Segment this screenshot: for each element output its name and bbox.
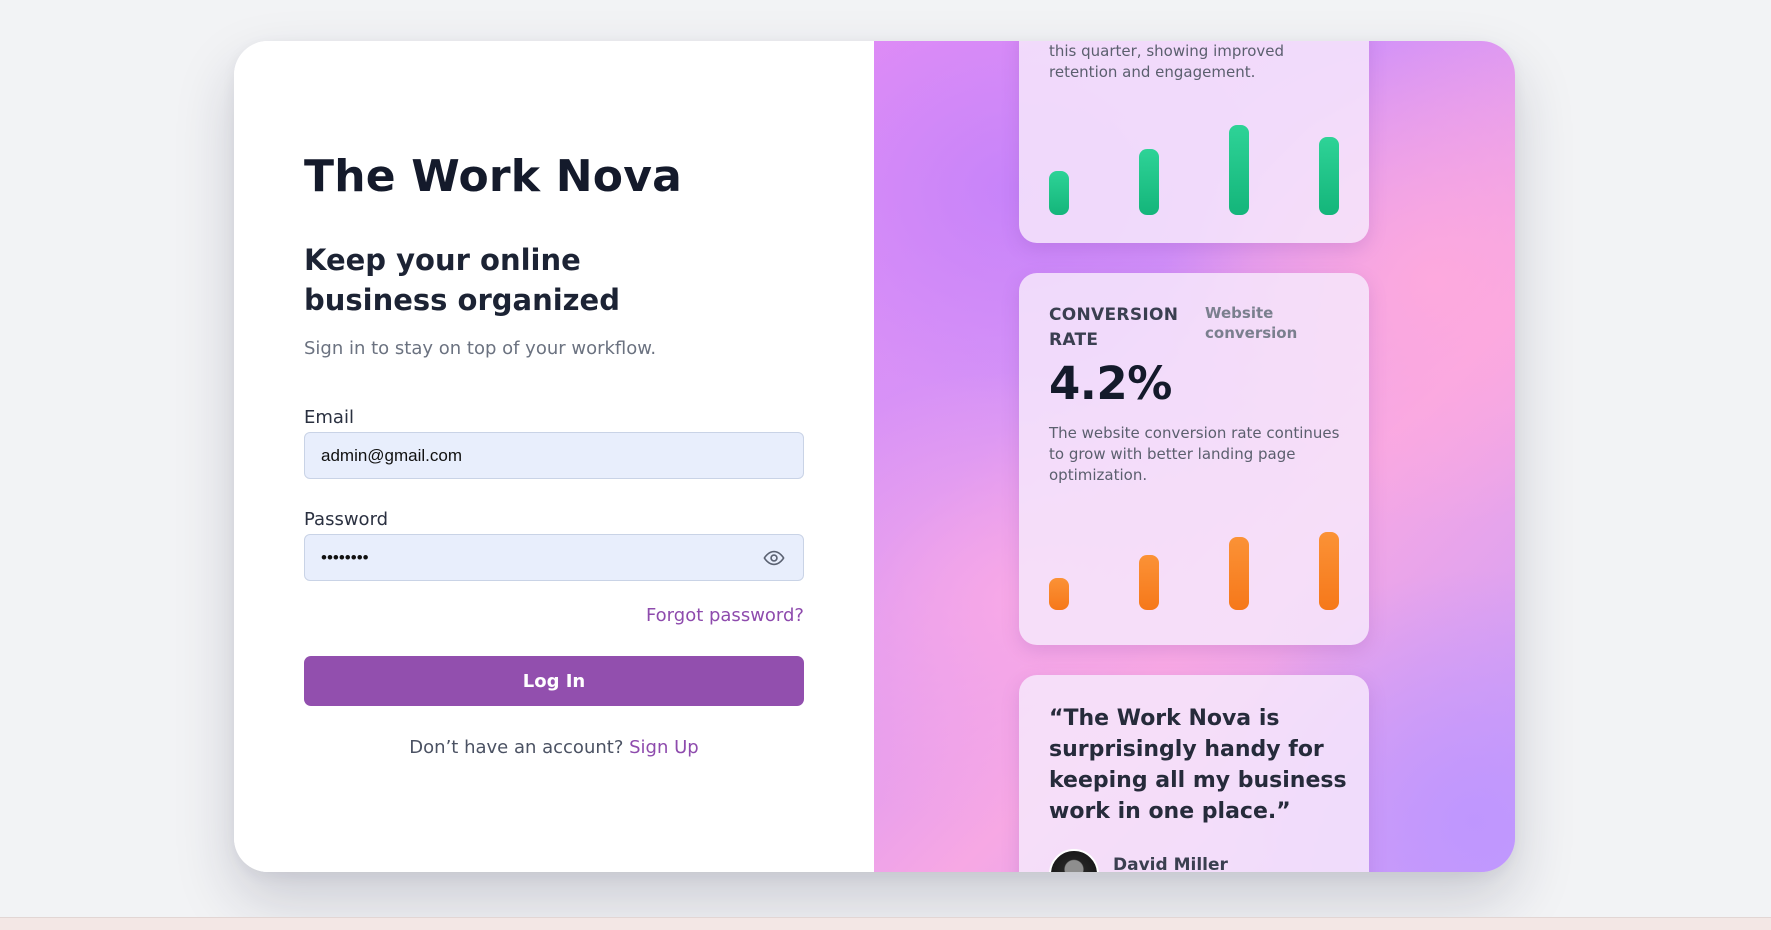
- eye-icon[interactable]: [761, 545, 787, 571]
- email-field[interactable]: [321, 445, 787, 466]
- conversion-bar-chart: [1049, 521, 1339, 610]
- login-panel: The Work Nova Keep your online business …: [234, 41, 874, 872]
- chart-bar: [1139, 149, 1159, 215]
- password-field[interactable]: [321, 547, 761, 568]
- testimonial-quote: “The Work Nova is surprisingly handy for…: [1049, 706, 1347, 824]
- password-field-wrapper: [304, 534, 804, 581]
- password-label: Password: [304, 509, 389, 530]
- chart-bar: [1049, 578, 1069, 610]
- chart-bar: [1229, 125, 1249, 215]
- chart-bar: [1049, 171, 1069, 215]
- engagement-description: this quarter, showing improved retention…: [1049, 42, 1285, 81]
- testimonial-author: David Miller: [1049, 849, 1228, 872]
- bottom-strip: [0, 917, 1771, 930]
- conversion-metric-label: CONVERSION RATE: [1049, 305, 1179, 350]
- email-label: Email: [304, 407, 354, 428]
- conversion-side-label: Website conversion: [1205, 304, 1298, 342]
- signup-link[interactable]: Sign Up: [629, 737, 699, 758]
- page: The Work Nova Keep your online business …: [0, 0, 1771, 930]
- login-button[interactable]: Log In: [304, 656, 804, 706]
- conversion-value: 4.2%: [1049, 357, 1172, 410]
- author-name: David Miller: [1113, 855, 1228, 872]
- chart-bar: [1139, 555, 1159, 610]
- page-subtext: Sign in to stay on top of your workflow.: [304, 338, 657, 359]
- page-headline: Keep your online business organized: [304, 243, 620, 317]
- engagement-card: this quarter, showing improved retention…: [1019, 41, 1369, 243]
- chart-bar: [1229, 537, 1249, 610]
- chart-bar: [1319, 532, 1339, 610]
- chart-bar: [1319, 137, 1339, 215]
- signup-row: Don’t have an account? Sign Up: [304, 737, 804, 758]
- conversion-description: The website conversion rate continues to…: [1049, 424, 1340, 484]
- promo-panel: this quarter, showing improved retention…: [874, 41, 1515, 872]
- email-field-wrapper: [304, 432, 804, 479]
- testimonial-card: “The Work Nova is surprisingly handy for…: [1019, 675, 1369, 872]
- login-card: The Work Nova Keep your online business …: [234, 41, 1515, 872]
- brand-title: The Work Nova: [304, 151, 682, 202]
- signup-prompt: Don’t have an account?: [409, 737, 624, 758]
- avatar: [1049, 849, 1099, 872]
- forgot-password-link[interactable]: Forgot password?: [646, 605, 804, 626]
- engagement-bar-chart: [1049, 113, 1339, 215]
- conversion-card: CONVERSION RATE Website conversion 4.2% …: [1019, 273, 1369, 645]
